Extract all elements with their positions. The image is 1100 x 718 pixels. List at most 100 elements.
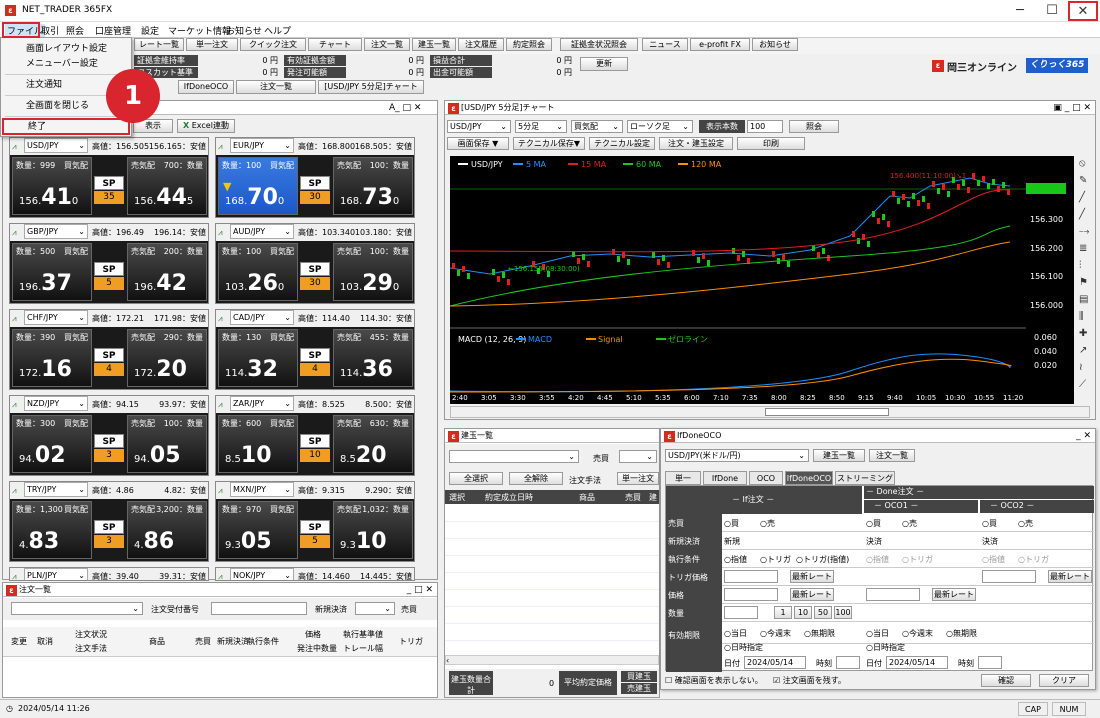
order-list-button[interactable]: 注文一覧: [364, 38, 410, 51]
order-tab[interactable]: IfDone: [703, 471, 747, 485]
menu-account[interactable]: 口座管理: [95, 24, 131, 37]
quantity-input[interactable]: [724, 606, 758, 619]
week-radio[interactable]: ○今週末: [760, 628, 791, 639]
tab-order-list[interactable]: 注文一覧: [236, 80, 316, 94]
rate-tile[interactable]: ⩘ AUD/JPY ⌄ 高値：103.340 103.180：安値 数量：100 買気配 10…: [215, 223, 415, 304]
sell-radio[interactable]: ○売: [760, 518, 775, 529]
settle-select[interactable]: ⌄: [355, 602, 395, 615]
chart-mini-icon[interactable]: ⩘: [12, 482, 17, 499]
week-radio[interactable]: ○今週末: [902, 628, 933, 639]
menu-help[interactable]: ヘルプ: [264, 24, 291, 37]
chart-mini-icon[interactable]: ⩘: [218, 568, 223, 580]
eprofit-button[interactable]: e-profit FX: [690, 38, 750, 51]
panel-controls[interactable]: _ □ ✕: [407, 583, 433, 597]
latest-rate-button-price[interactable]: 最新レート: [790, 588, 834, 601]
price-input-oco1[interactable]: [866, 588, 920, 601]
single-order-button[interactable]: 単一注文: [186, 38, 238, 51]
single-order-tab[interactable]: 単一注文: [617, 472, 659, 485]
qty-button[interactable]: 100: [834, 606, 852, 619]
period-select[interactable]: 5分足 ⌄: [515, 120, 567, 133]
confirm-button[interactable]: 確認: [981, 674, 1031, 687]
trigger-limit-radio[interactable]: ○トリガ(指値): [796, 554, 849, 565]
chart-mini-icon[interactable]: ⩘: [12, 568, 17, 580]
select-all-button[interactable]: 全選択: [449, 472, 503, 485]
pair-select[interactable]: EUR/JPY ⌄: [230, 138, 294, 153]
ask-box[interactable]: 売気配 290：数量 172.20: [127, 329, 207, 387]
time-input[interactable]: [978, 656, 1002, 669]
rate-tile[interactable]: ⩘ GBP/JPY ⌄ 高値：196.49 196.14：安値 数量：500 買気配 196.…: [9, 223, 209, 304]
rate-tile[interactable]: ⩘ TRY/JPY ⌄ 高値：4.86 4.82：安値 数量：1,300 買気配 4.83 SP…: [9, 481, 209, 562]
ask-box[interactable]: 売気配 630：数量 8.520: [333, 415, 413, 473]
line-icon[interactable]: ╱: [1079, 192, 1085, 203]
rate-tile[interactable]: ⩘ NZD/JPY ⌄ 高値：94.15 93.97：安値 数量：300 買気配 94.02 S…: [9, 395, 209, 476]
ray-icon[interactable]: ⤍: [1079, 226, 1089, 237]
menu-item-exit[interactable]: 終了: [2, 118, 130, 135]
no-confirm-check[interactable]: ☐ 確認画面を表示しない。: [665, 675, 763, 686]
technical-settings-button[interactable]: テクニカル設定: [589, 137, 655, 150]
minimize-icon[interactable]: ─: [1004, 0, 1036, 22]
position-list-button[interactable]: 建玉一覧: [813, 449, 865, 462]
count-input[interactable]: 100: [747, 120, 783, 133]
bid-box[interactable]: 数量：300 買気配 94.02: [12, 415, 92, 473]
trigger-radio[interactable]: ○トリガ: [902, 554, 933, 565]
bid-box[interactable]: 数量：600 買気配 8.510: [218, 415, 298, 473]
chart-mini-icon[interactable]: ⩘: [12, 396, 17, 413]
position-list-button[interactable]: 建玉一覧: [412, 38, 456, 51]
bid-box[interactable]: 数量：390 買気配 172.16: [12, 329, 92, 387]
clear-button[interactable]: クリア: [1039, 674, 1089, 687]
chart-mini-icon[interactable]: ⩘: [218, 224, 223, 241]
order-tab[interactable]: 単一: [665, 471, 701, 485]
fib-icon[interactable]: ≣: [1079, 243, 1087, 254]
trigger-radio[interactable]: ○トリガ: [760, 554, 791, 565]
pair-select[interactable]: NOK/JPY ⌄: [230, 568, 294, 580]
order-list-button[interactable]: 注文一覧: [869, 449, 915, 462]
pair-select[interactable]: USD/JPY ⌄: [24, 138, 88, 153]
ask-box[interactable]: 売気配 100：数量 103.290: [333, 243, 413, 301]
ask-box[interactable]: 売気配 1,032：数量 9.310: [333, 501, 413, 559]
slope-icon[interactable]: ╱: [1079, 209, 1085, 220]
today-radio[interactable]: ○当日: [724, 628, 747, 639]
positions-scrollbar[interactable]: ‹: [445, 655, 659, 665]
ask-box[interactable]: 売気配 100：数量 94.05: [127, 415, 207, 473]
pair-select[interactable]: ZAR/JPY ⌄: [230, 396, 294, 411]
margin-status-button[interactable]: 証拠金状況照会: [560, 38, 638, 51]
chart-scrollbar[interactable]: [450, 406, 1090, 418]
clear-all-button[interactable]: 全解除: [509, 472, 563, 485]
nolimit-radio[interactable]: ○無期限: [946, 628, 977, 639]
chart-mini-icon[interactable]: ⩘: [12, 138, 17, 155]
menu-settings[interactable]: 設定: [141, 24, 159, 37]
bid-box[interactable]: 数量：500 買気配 196.37: [12, 243, 92, 301]
grid-icon[interactable]: ▤: [1079, 294, 1088, 305]
price-input[interactable]: [724, 588, 778, 601]
buy-radio[interactable]: ○買: [866, 518, 881, 529]
chart-mini-icon[interactable]: ⩘: [12, 224, 17, 241]
pair-select[interactable]: CAD/JPY ⌄: [230, 310, 294, 325]
pen-icon[interactable]: ✎: [1079, 175, 1087, 186]
quick-order-button[interactable]: クイック注文: [240, 38, 306, 51]
rate-tile[interactable]: ⩘ CHF/JPY ⌄ 高値：172.21 171.98：安値 数量：390 買気配 172.…: [9, 309, 209, 390]
bid-box[interactable]: 数量：970 買気配 9.305: [218, 501, 298, 559]
bars-icon[interactable]: ⫼: [1079, 311, 1084, 322]
product-select[interactable]: ⌄: [449, 450, 579, 463]
buy-radio[interactable]: ○買: [724, 518, 739, 529]
latest-rate-button[interactable]: 最新レート: [790, 570, 834, 583]
pair-select[interactable]: MXN/JPY ⌄: [230, 482, 294, 497]
arrow-icon[interactable]: ↗: [1079, 345, 1087, 356]
limit-radio[interactable]: ○指値: [724, 554, 747, 565]
cross-icon[interactable]: ✚: [1079, 328, 1087, 339]
trigger-price-input[interactable]: [724, 570, 778, 583]
latest-rate-button-oco2[interactable]: 最新レート: [1048, 570, 1092, 583]
chart-mini-icon[interactable]: ⩘: [218, 482, 223, 499]
qty-button[interactable]: 10: [794, 606, 812, 619]
menu-trade[interactable]: 取引: [41, 24, 59, 37]
pair-select[interactable]: GBP/JPY ⌄: [24, 224, 88, 239]
bid-box[interactable]: 数量：100 買気配 ▼ 168.700: [218, 157, 298, 215]
pair-select[interactable]: USD/JPY ⌄: [447, 120, 511, 133]
pair-select[interactable]: USD/JPY(米ドル/円) ⌄: [665, 449, 809, 462]
query-button[interactable]: 照会: [789, 120, 839, 133]
mark-icon[interactable]: ⚑: [1079, 277, 1088, 288]
limit-radio[interactable]: ○指値: [982, 554, 1005, 565]
limit-radio[interactable]: ○指値: [866, 554, 889, 565]
bid-box[interactable]: 数量：100 買気配 103.260: [218, 243, 298, 301]
tab-ifdoneoco[interactable]: IfDoneOCO: [178, 80, 234, 94]
